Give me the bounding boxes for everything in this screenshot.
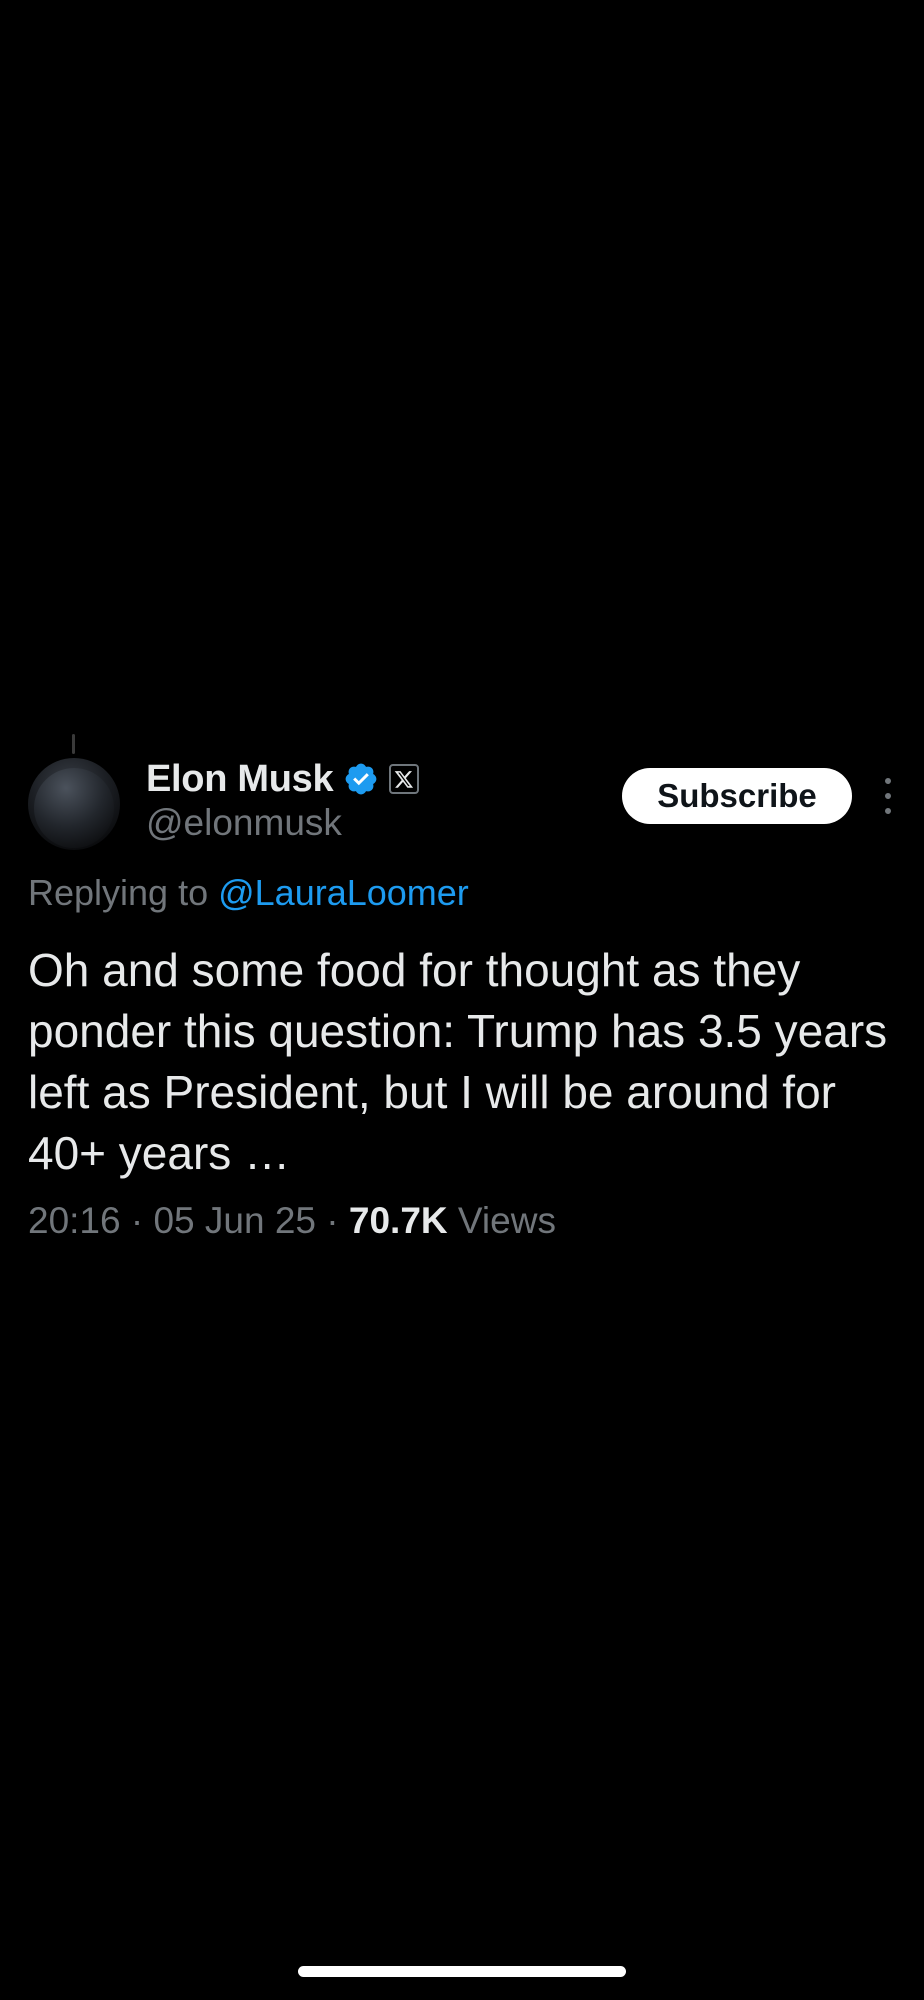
tweet-time[interactable]: 20:16 [28,1200,121,1242]
meta-separator: · [120,1200,154,1241]
x-logo-icon[interactable] [389,764,420,794]
author-display-name[interactable]: Elon Musk [146,758,334,801]
views-count[interactable]: 70.7K [349,1200,448,1242]
more-vertical-icon[interactable] [880,774,896,818]
reply-mention-link[interactable]: @LauraLoomer [218,872,469,913]
thread-line [72,734,75,754]
tweet-date[interactable]: 05 Jun 25 [153,1200,316,1242]
meta-separator: · [316,1200,349,1241]
avatar-image [34,768,114,848]
reply-context: Replying to @LauraLoomer [28,872,469,914]
more-dot [885,808,891,814]
avatar[interactable] [28,758,120,850]
more-dot [885,778,891,784]
views-label: Views [447,1200,556,1241]
tweet-meta: 20:16 · 05 Jun 25 · 70.7K Views [28,1200,556,1242]
tweet: Elon Musk @elonmusk Subscribe Replying t… [0,730,924,1250]
tweet-text: Oh and some food for thought as they pon… [28,944,888,1179]
author-handle[interactable]: @elonmusk [146,802,342,844]
author-name-row: Elon Musk [146,754,420,804]
subscribe-button[interactable]: Subscribe [622,768,852,824]
verified-badge-icon[interactable] [343,761,379,797]
reply-prefix: Replying to [28,872,219,913]
home-indicator[interactable] [298,1966,626,1977]
more-dot [885,793,891,799]
